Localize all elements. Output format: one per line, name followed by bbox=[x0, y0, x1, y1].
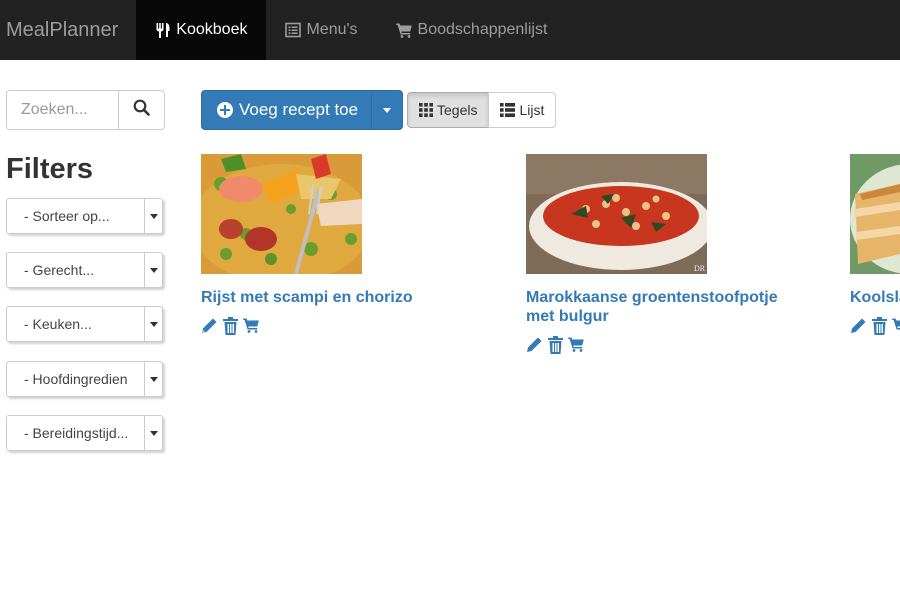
plus-circle-icon bbox=[217, 102, 233, 118]
dish-select[interactable]: - Gerecht... bbox=[6, 252, 163, 288]
th-icon bbox=[419, 103, 433, 117]
chevron-down-icon bbox=[144, 199, 162, 233]
view-list-button[interactable]: Lijst bbox=[488, 92, 557, 128]
view-tiles-label: Tegels bbox=[437, 102, 478, 118]
search-icon bbox=[133, 99, 150, 121]
add-recipe-button[interactable]: Voeg recept toe bbox=[202, 91, 371, 129]
chevron-down-icon bbox=[144, 253, 162, 287]
shopping-cart-icon[interactable] bbox=[892, 317, 900, 335]
shopping-cart-icon[interactable] bbox=[568, 336, 585, 354]
select-value: - Keuken... bbox=[24, 316, 92, 332]
recipe-actions bbox=[526, 336, 796, 354]
recipe-image-paella[interactable] bbox=[201, 154, 362, 274]
select-value: - Hoofdingredien bbox=[24, 371, 128, 387]
recipe-card: Rijst met scampi en chorizo bbox=[201, 154, 471, 335]
recipe-image-stew[interactable]: DR bbox=[526, 154, 707, 274]
recipe-title-link[interactable]: Marokkaanse groentenstoofpotje met bulgu… bbox=[526, 288, 796, 326]
pencil-icon[interactable] bbox=[526, 336, 543, 354]
nav-item-boodschappenlijst[interactable]: Boodschappenlijst bbox=[377, 0, 567, 60]
nav-item-label: Kookboek bbox=[176, 21, 248, 38]
pencil-icon[interactable] bbox=[850, 317, 867, 335]
select-value: - Bereidingstijd... bbox=[24, 425, 129, 441]
view-tiles-button[interactable]: Tegels bbox=[407, 92, 489, 128]
recipe-card: DR Marokkaanse groentenstoofpotje met bu… bbox=[526, 154, 796, 354]
recipe-title-link[interactable]: Rijst met scampi en chorizo bbox=[201, 288, 471, 307]
select-value: - Gerecht... bbox=[24, 262, 95, 278]
chevron-down-icon bbox=[144, 416, 162, 450]
nav-item-label: Menu's bbox=[306, 21, 358, 38]
add-recipe-dropdown-toggle[interactable] bbox=[371, 91, 402, 129]
brand-logo[interactable]: MealPlanner bbox=[0, 0, 136, 60]
filters-title: Filters bbox=[6, 153, 94, 185]
cutlery-icon bbox=[155, 22, 171, 38]
add-recipe-button-group: Voeg recept toe bbox=[201, 90, 403, 130]
view-toggle: Tegels Lijst bbox=[407, 92, 557, 128]
prep-time-select[interactable]: - Bereidingstijd... bbox=[6, 415, 163, 451]
pencil-icon[interactable] bbox=[201, 317, 218, 335]
main-ingredient-select[interactable]: - Hoofdingredien bbox=[6, 361, 163, 397]
recipe-actions bbox=[201, 317, 471, 335]
select-value: - Sorteer op... bbox=[24, 208, 110, 224]
image-watermark: DR bbox=[694, 264, 706, 273]
th-list-icon bbox=[500, 103, 516, 117]
recipe-image-lasagna[interactable] bbox=[850, 154, 900, 274]
nav-item-menus[interactable]: Menu's bbox=[266, 0, 376, 60]
recipe-title-link[interactable]: Koolsla bbox=[850, 288, 900, 307]
trash-icon[interactable] bbox=[547, 336, 564, 354]
trash-icon[interactable] bbox=[871, 317, 888, 335]
view-list-label: Lijst bbox=[519, 102, 545, 118]
chevron-down-icon bbox=[144, 307, 162, 341]
search-button[interactable] bbox=[118, 90, 165, 130]
search-input[interactable] bbox=[6, 90, 118, 130]
add-recipe-label: Voeg recept toe bbox=[239, 100, 359, 119]
recipe-actions bbox=[850, 317, 900, 335]
caret-down-icon bbox=[383, 107, 391, 113]
list-alt-icon bbox=[285, 22, 302, 38]
nav-item-label: Boodschappenlijst bbox=[417, 21, 548, 38]
nav-item-kookboek[interactable]: Kookboek bbox=[136, 0, 267, 60]
recipe-card: Koolsla bbox=[850, 154, 900, 335]
trash-icon[interactable] bbox=[222, 317, 239, 335]
navbar: MealPlanner Kookboek Menu's Boodschappen… bbox=[0, 0, 900, 60]
cuisine-select[interactable]: - Keuken... bbox=[6, 306, 163, 342]
search-group bbox=[6, 90, 165, 130]
chevron-down-icon bbox=[144, 362, 162, 396]
shopping-cart-icon bbox=[395, 22, 413, 38]
sort-select[interactable]: - Sorteer op... bbox=[6, 198, 163, 234]
shopping-cart-icon[interactable] bbox=[243, 317, 260, 335]
